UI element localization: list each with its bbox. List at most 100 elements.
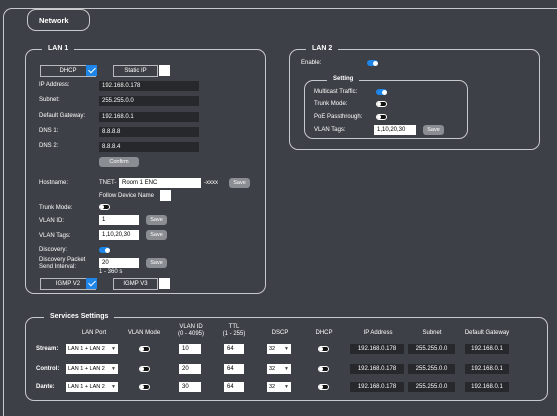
- dns1-field[interactable]: 8.8.8.8: [99, 127, 199, 137]
- chevron-down-icon: ▼: [111, 366, 116, 372]
- lan2-enable-toggle[interactable]: [367, 60, 378, 66]
- vlan-id-input[interactable]: 1: [99, 215, 139, 225]
- col-dhcp: DHCP: [315, 330, 333, 336]
- static-ip-button[interactable]: Static IP: [113, 65, 158, 77]
- multicast-label: Multicast Traffic:: [314, 89, 358, 95]
- dhcp-toggle[interactable]: [318, 346, 329, 352]
- ttl-input[interactable]: 64: [224, 364, 244, 374]
- trunk-mode-toggle[interactable]: [99, 204, 110, 210]
- hostname-input[interactable]: Room 1 ENC: [119, 178, 201, 188]
- tab-network[interactable]: Network: [27, 9, 90, 31]
- static-ip-checkbox[interactable]: [159, 65, 170, 76]
- vlan-id-input[interactable]: 10: [179, 344, 201, 354]
- row-name: Control:: [36, 366, 60, 372]
- setting-title: Setting: [327, 76, 360, 82]
- hostname-label: Hostname:: [39, 180, 69, 186]
- subnet-label: Subnet:: [39, 97, 60, 103]
- lan-port-select[interactable]: LAN 1 + LAN 2 ▼: [66, 344, 118, 354]
- lan2-vlan-tags-input[interactable]: 1,10,20,30: [374, 125, 416, 135]
- subnet-field[interactable]: 255.255.0.0: [408, 344, 455, 354]
- subnet-field[interactable]: 255.255.0.0: [408, 364, 455, 374]
- col-lan-port: LAN Port: [81, 330, 107, 336]
- col-vlan-id: VLAN ID (0 - 4095): [171, 324, 211, 338]
- ttl-input[interactable]: 64: [224, 382, 244, 392]
- vlan-tags-input[interactable]: 1,10,20,30: [99, 230, 139, 240]
- lan-port-value: LAN 1 + LAN 2: [68, 366, 105, 372]
- vlan-id-input[interactable]: 30: [179, 382, 201, 392]
- poe-toggle[interactable]: [376, 114, 387, 120]
- subnet-field[interactable]: 255.255.0.0: [99, 96, 199, 106]
- lan2-vlan-tags-save-button[interactable]: Save: [423, 125, 444, 135]
- gateway-field[interactable]: 192.168.0.1: [465, 344, 509, 354]
- col-ttl-line1: TTL: [228, 324, 240, 330]
- dhcp-toggle[interactable]: [318, 366, 329, 372]
- igmp-v2-checkbox[interactable]: [86, 278, 97, 289]
- dscp-select[interactable]: 32 ▼: [267, 344, 291, 354]
- discovery-interval-label-line1: Discovery Packet: [39, 257, 86, 263]
- col-ttl: TTL (1 - 255): [216, 324, 252, 338]
- ip-field[interactable]: 192.168.0.178: [350, 382, 404, 392]
- gateway-field[interactable]: 192.168.0.1: [99, 112, 199, 122]
- dhcp-label: DHCP: [59, 68, 77, 74]
- ip-label: IP Address:: [39, 82, 70, 88]
- lan2-trunk-label: Trunk Mode:: [314, 101, 348, 107]
- lan-port-select[interactable]: LAN 1 + LAN 2 ▼: [66, 364, 118, 374]
- igmp-v3-checkbox[interactable]: [159, 278, 170, 289]
- vlan-mode-toggle[interactable]: [139, 346, 150, 352]
- dscp-value: 32: [269, 384, 276, 390]
- dhcp-toggle[interactable]: [318, 384, 329, 390]
- gateway-field[interactable]: 192.168.0.1: [465, 382, 509, 392]
- ttl-input[interactable]: 64: [224, 344, 244, 354]
- tab-label: Network: [39, 15, 69, 25]
- vlan-id-save-button[interactable]: Save: [146, 215, 167, 225]
- trunk-mode-label: Trunk Mode:: [39, 205, 73, 211]
- discovery-interval-input[interactable]: 20: [99, 258, 139, 268]
- row-name: Stream:: [36, 346, 59, 352]
- igmp-v3-button[interactable]: IGMP V3: [113, 278, 158, 290]
- dhcp-checkbox[interactable]: [86, 65, 97, 76]
- col-gateway: Default Gateway: [464, 330, 510, 336]
- dns2-label: DNS 2:: [39, 143, 59, 149]
- ip-field[interactable]: 192.168.0.178: [350, 344, 404, 354]
- dscp-select[interactable]: 32 ▼: [267, 382, 291, 392]
- ip-field[interactable]: 192.168.0.178: [350, 364, 404, 374]
- lan-port-value: LAN 1 + LAN 2: [68, 384, 105, 390]
- lan-port-select[interactable]: LAN 1 + LAN 2 ▼: [66, 382, 118, 392]
- hostname-save-button[interactable]: Save: [229, 178, 250, 188]
- igmp-v2-label: IGMP V2: [55, 281, 81, 287]
- lan-port-value: LAN 1 + LAN 2: [68, 346, 105, 352]
- multicast-toggle[interactable]: [376, 89, 387, 95]
- col-vlan-id-line2: (0 - 4095): [177, 331, 204, 337]
- col-dscp: DSCP: [271, 330, 289, 336]
- vlan-mode-toggle[interactable]: [139, 384, 150, 390]
- dscp-value: 32: [269, 366, 276, 372]
- subnet-field[interactable]: 255.255.0.0: [408, 382, 455, 392]
- discovery-interval-label-line2: Send Interval:: [39, 264, 77, 270]
- col-vlan-id-line1: VLAN ID: [179, 324, 203, 330]
- vlan-id-label: VLAN ID:: [39, 218, 65, 224]
- vlan-mode-toggle[interactable]: [139, 366, 150, 372]
- static-ip-label: Static IP: [124, 68, 147, 74]
- follow-device-name-checkbox[interactable]: [160, 190, 171, 201]
- dns1-label: DNS 1:: [39, 128, 59, 134]
- igmp-v3-label: IGMP V3: [123, 281, 148, 287]
- lan2-title: LAN 2: [306, 45, 339, 52]
- discovery-interval-save-button[interactable]: Save: [146, 258, 167, 268]
- chevron-down-icon: ▼: [111, 346, 116, 352]
- lan2-trunk-toggle[interactable]: [376, 101, 387, 107]
- discovery-label: Discovery:: [39, 247, 68, 253]
- ip-field[interactable]: 192.168.0.178: [99, 81, 199, 91]
- col-subnet: Subnet: [422, 330, 442, 336]
- lan1-title: LAN 1: [42, 45, 75, 52]
- dscp-select[interactable]: 32 ▼: [267, 364, 291, 374]
- discovery-range: 1 - 360 s: [99, 269, 123, 275]
- hostname-suffix: -xxxx: [204, 180, 218, 186]
- gateway-field[interactable]: 192.168.0.1: [465, 364, 509, 374]
- vlan-tags-save-button[interactable]: Save: [146, 230, 167, 240]
- confirm-button[interactable]: Confirm: [99, 157, 139, 167]
- vlan-id-input[interactable]: 20: [179, 364, 201, 374]
- dns2-field[interactable]: 8.8.8.4: [99, 142, 199, 152]
- discovery-toggle[interactable]: [99, 247, 110, 253]
- lan2-vlan-tags-label: VLAN Tags:: [314, 127, 346, 133]
- follow-device-name-label: Follow Device Name: [99, 193, 155, 199]
